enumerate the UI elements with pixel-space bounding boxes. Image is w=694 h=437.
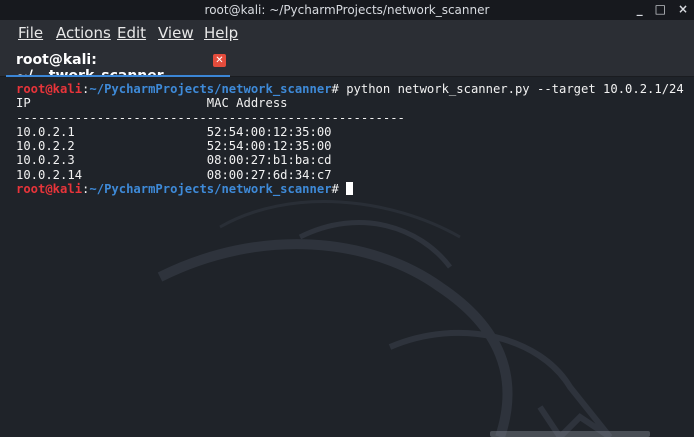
row-mac: 08:00:27:b1:ba:cd <box>206 153 332 168</box>
window-controls: _ □ × <box>637 2 688 16</box>
menu-help[interactable]: Help <box>204 24 238 42</box>
text-cursor <box>346 182 354 196</box>
prompt-user-host: root@kali <box>16 82 83 96</box>
window-title: root@kali: ~/PycharmProjects/network_sca… <box>204 3 490 17</box>
menu-actions-label: Actions <box>56 24 111 42</box>
header-ip: IP <box>16 96 31 111</box>
header-mac: MAC Address <box>206 96 288 111</box>
title-bar[interactable]: root@kali: ~/PycharmProjects/network_sca… <box>0 0 694 20</box>
minimize-icon[interactable]: _ <box>637 2 643 16</box>
menu-bar: File Actions Edit View Help <box>0 20 694 46</box>
row-mac: 08:00:27:6d:34:c7 <box>206 167 332 182</box>
command-text: python network_scanner.py --target 10.0.… <box>338 82 684 96</box>
menu-view-label: View <box>158 24 194 42</box>
menu-edit[interactable]: Edit <box>117 24 146 42</box>
row-ip: 10.0.2.1 <box>16 124 75 139</box>
prompt-path: ~/PycharmProjects/network_scanner <box>89 182 332 197</box>
prompt-line-2: root@kali:~/PycharmProjects/network_scan… <box>16 182 354 197</box>
row-ip: 10.0.2.14 <box>16 167 83 182</box>
maximize-icon[interactable]: □ <box>655 2 666 16</box>
prompt-line-1: root@kali:~/PycharmProjects/network_scan… <box>16 82 684 96</box>
tab-bar: root@kali: ~/...twork_scanner ✕ <box>0 46 694 84</box>
separator-line: ----------------------------------------… <box>16 110 405 125</box>
row-mac: 52:54:00:12:35:00 <box>206 139 332 154</box>
prompt-hash: # <box>331 182 339 197</box>
bottom-scroll-indicator <box>490 431 650 437</box>
row-mac: 52:54:00:12:35:00 <box>206 124 332 139</box>
row-ip: 10.0.2.3 <box>16 153 75 168</box>
terminal-window: root@kali: ~/PycharmProjects/network_sca… <box>0 0 694 437</box>
prompt-path: ~/PycharmProjects/network_scanner <box>89 82 332 96</box>
prompt-user-host: root@kali <box>16 182 83 197</box>
row-ip: 10.0.2.2 <box>16 139 75 154</box>
menu-view[interactable]: View <box>158 24 194 42</box>
kali-dragon-watermark-icon <box>157 200 613 437</box>
menu-file-label: File <box>18 24 44 42</box>
close-icon[interactable]: × <box>678 2 688 16</box>
terminal-output[interactable]: root@kali:~/PycharmProjects/network_scan… <box>0 77 694 437</box>
menu-help-label: Help <box>204 24 239 42</box>
menu-edit-label: Edit <box>117 24 147 42</box>
terminal-lines: root@kali:~/PycharmProjects/network_scan… <box>16 82 684 196</box>
prompt-hash: # <box>331 82 339 96</box>
menu-actions[interactable]: Actions <box>56 24 111 42</box>
menu-file[interactable]: File <box>18 24 43 42</box>
close-icon[interactable]: ✕ <box>213 54 226 67</box>
tab-terminal[interactable]: root@kali: ~/...twork_scanner ✕ <box>6 46 230 84</box>
